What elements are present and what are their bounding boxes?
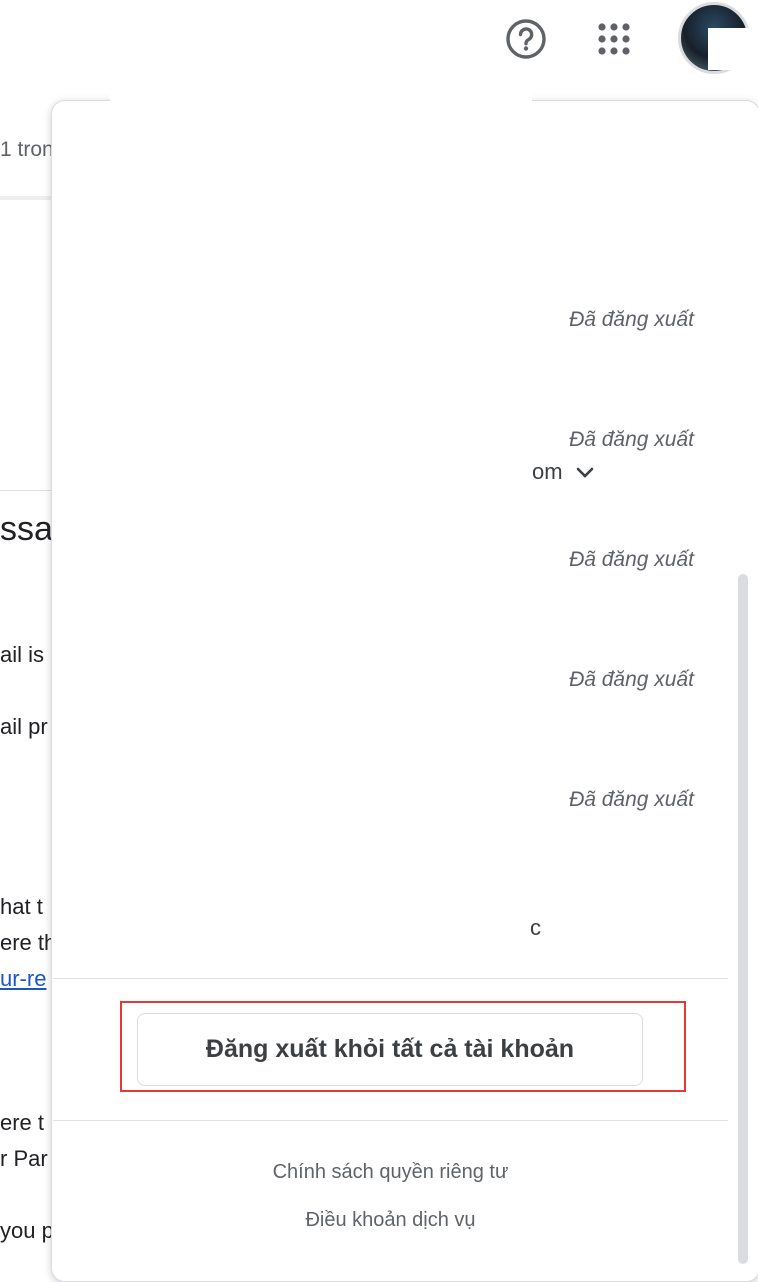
apps-button[interactable]: [591, 16, 637, 62]
email-body-line: ail is: [0, 642, 45, 667]
account-status: Đã đăng xuất: [569, 788, 694, 811]
message-count: 1 tron: [0, 138, 54, 161]
help-button[interactable]: [503, 16, 549, 62]
apps-grid-icon: [598, 23, 630, 55]
email-body-line: you p: [0, 1218, 54, 1243]
divider: [53, 1120, 728, 1121]
signout-all-button[interactable]: Đăng xuất khỏi tất cả tài khoản: [137, 1013, 643, 1086]
email-link[interactable]: ur-re: [0, 966, 46, 992]
privacy-policy-link[interactable]: Chính sách quyền riêng tư: [53, 1161, 728, 1184]
account-status: Đã đăng xuất: [569, 548, 694, 571]
redaction: [708, 28, 758, 70]
email-body-line: hat t: [0, 894, 43, 919]
help-icon: [506, 19, 546, 59]
chevron-down-icon: [576, 467, 593, 479]
account-status: Đã đăng xuất: [569, 428, 694, 451]
account-status: Đã đăng xuất: [569, 308, 694, 331]
email-body-line: ere th: [0, 930, 57, 955]
email-body-line: ail pr: [0, 714, 48, 739]
panel-scrollbar[interactable]: [738, 574, 748, 1264]
email-body-line: ere t: [0, 1110, 45, 1135]
account-status: Đã đăng xuất: [569, 668, 694, 691]
top-bar: [0, 0, 758, 80]
account-email-fragment[interactable]: om: [532, 459, 595, 485]
account-avatar-button[interactable]: [672, 0, 758, 80]
email-subject: ssa: [0, 510, 53, 548]
terms-of-service-link[interactable]: Điều khoản dịch vụ: [53, 1209, 728, 1232]
divider: [53, 978, 728, 979]
partial-text: c: [530, 915, 541, 940]
email-fragment-text: om: [532, 459, 563, 484]
panel-top-redaction: [110, 93, 532, 105]
email-body-line: r Par: [0, 1146, 48, 1171]
